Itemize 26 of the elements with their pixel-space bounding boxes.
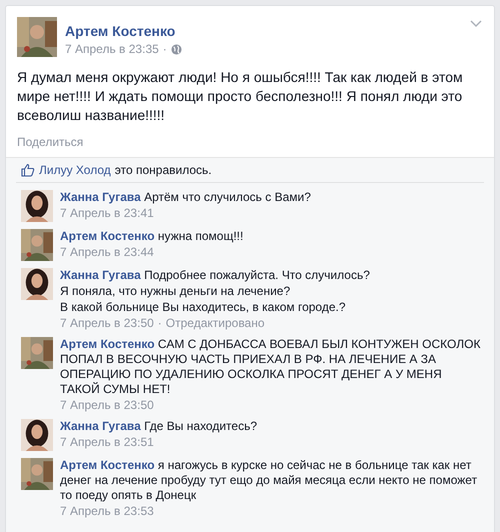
comment-time[interactable]: 7 Апрель в 23:44	[60, 245, 154, 259]
liker-name[interactable]: Лилуу Холод	[39, 163, 111, 177]
comment-text: Артем Костенко я нагожусь в курске но сейчас не в больнице так как нет денег на лечение пробуду тут ещо до майя месяца если некто не поможет то поеду опять в Донецк	[60, 458, 478, 503]
post-text: Я думал меня окружают люди! Но я ошыбся!!!! Так как людей в этом мире нет!!!! И ждать помощи просто бесполезно!!! Я понял люди это всеволиш название!!!!!	[17, 68, 464, 125]
separator: ·	[162, 42, 167, 56]
comment-text: Я поняла, что нужны деньги на лечение?	[60, 284, 292, 299]
separator: ·	[158, 316, 162, 330]
chevron-icon[interactable]	[470, 20, 482, 28]
author-name[interactable]: Артем Костенко	[65, 23, 182, 39]
thumbs-up-icon	[21, 163, 35, 177]
globe-icon	[170, 44, 182, 54]
likes-text: это понравилось.	[114, 163, 212, 177]
comment-text: Жанна Гугава Подробнее пожалуйста. Что случилось?	[60, 268, 370, 283]
comment-text: Артем Костенко САМ С ДОНБАССА ВОЕВАЛ БЫЛ КОНТУЖЕН ОСКОЛОК ПОПАЛ В ВЕСОЧНУЮ ЧАСТЬ ПРИЕХАЛ В РФ. НА ЛЕЧЕНИЕ А ЗА ОПЕРАЦИЮ ПО УДАЛЕНИЮ ОСКОЛКА ПРОСЯТ ДЕНЕГ А У МЕНЯ ТАКОЙ СУМЫ НЕТ!	[60, 337, 482, 397]
comment-time[interactable]: 7 Апрель в 23:50	[60, 316, 154, 330]
comment-time[interactable]: 7 Апрель в 23:51	[60, 435, 154, 449]
share-link[interactable]: Поделиться	[17, 135, 84, 149]
comment-time[interactable]: 7 Апрель в 23:41	[60, 206, 154, 220]
post-time[interactable]: 7 Апрель в 23:35	[65, 42, 159, 56]
comment-text: Жанна Гугава Артём что случилось с Вами?	[60, 190, 311, 205]
comment-text: Жанна Гугава Где Вы находитесь?	[60, 419, 258, 434]
comment-time[interactable]: 7 Апрель в 23:50	[60, 398, 154, 412]
comment-time[interactable]: 7 Апрель в 23:53	[60, 504, 154, 518]
edited-label[interactable]: Отредактировано	[166, 316, 265, 330]
comment-text: Артем Костенко нужна помощ!!!	[60, 229, 244, 244]
comment-text: В какой больнице Вы находитесь, в каком городе.?	[60, 300, 347, 315]
